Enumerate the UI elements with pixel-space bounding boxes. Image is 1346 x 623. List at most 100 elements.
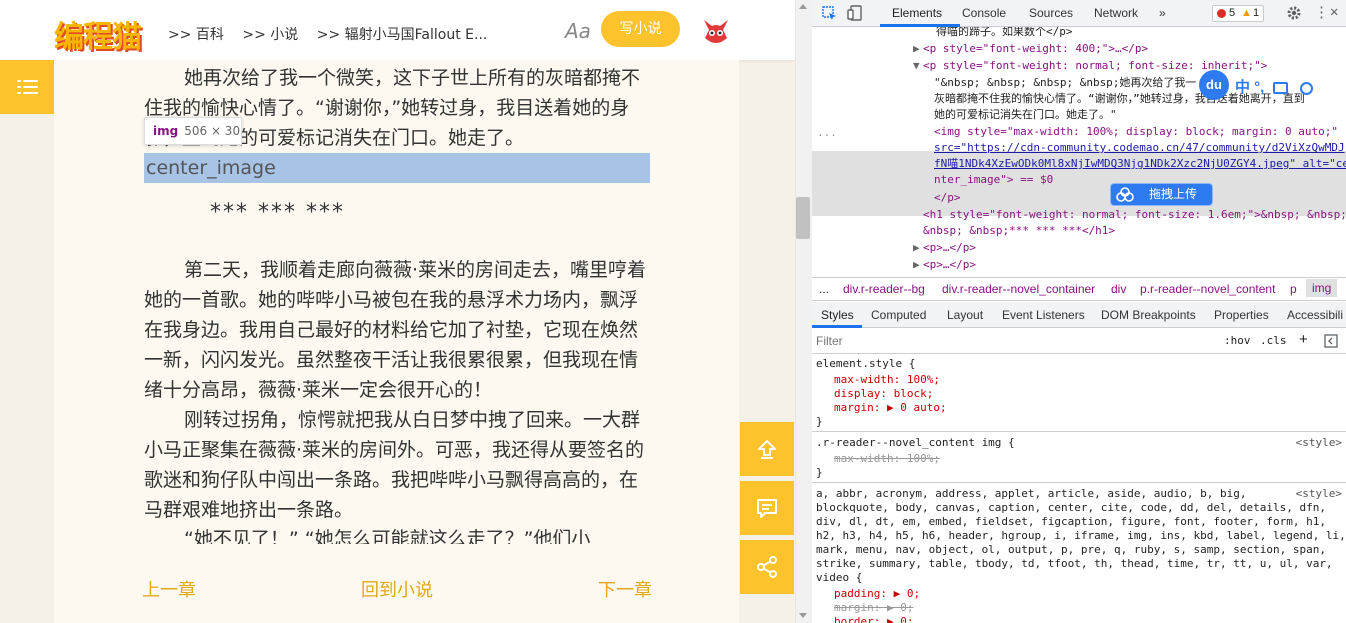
breadcrumb-encyclopedia[interactable]: >> 百科 (168, 27, 224, 43)
prop-padding[interactable]: padding: ▶ 0; (834, 587, 920, 601)
subtab-event-listeners[interactable]: Event Listeners (1002, 308, 1085, 322)
share-button[interactable] (740, 540, 794, 594)
back-to-novel-link[interactable]: 回到小说 (361, 576, 433, 602)
warning-icon: ▲ (1241, 7, 1252, 19)
styles-subtabs: Styles Computed Layout Event Listeners D… (812, 302, 1346, 328)
dom-line-12[interactable]: <h1 style="font-weight: normal; font-siz… (923, 207, 1346, 223)
dom-line-1: 得喵的蹄子。如果数个</p> (936, 27, 1073, 38)
subtab-styles[interactable]: Styles (821, 308, 854, 322)
breadcrumb-novel-content[interactable]: p.r-reader--novel_content (1140, 282, 1275, 296)
toggle-sidebar-icon[interactable] (1324, 334, 1338, 348)
font-size-toggle[interactable]: Aa (565, 19, 591, 43)
subtab-layout[interactable]: Layout (947, 308, 983, 322)
dom-line-14[interactable]: <p>…</p> (923, 240, 976, 256)
tab-elements[interactable]: Elements (892, 6, 942, 20)
breadcrumb-reader-bg[interactable]: div.r-reader--bg (843, 282, 925, 296)
subtab-computed[interactable]: Computed (871, 308, 926, 322)
breadcrumb-novels[interactable]: >> 小说 (242, 27, 298, 43)
inspect-element-icon[interactable] (822, 6, 837, 21)
avatar[interactable] (696, 10, 736, 50)
devtools-tabbar: Elements Console Sources Network » 5 ▲ 1… (812, 0, 1346, 27)
warning-count: 1 (1253, 7, 1260, 19)
prev-chapter-link[interactable]: 上一章 (142, 576, 196, 602)
rule-novel-content-img-selector[interactable]: .r-reader--novel_content img { (816, 436, 1015, 450)
page-scrollbar[interactable] (795, 0, 812, 623)
reset-rule-selector-6: strike, summary, table, tbody, td, tfoot… (816, 557, 1333, 570)
breadcrumb-img[interactable]: img (1306, 279, 1338, 297)
dom-row-dots: ··· (817, 129, 837, 142)
dom-line-2[interactable]: <p style="font-weight: 400;">…</p> (923, 41, 1148, 57)
inspect-tooltip: img 506 × 30 (144, 117, 242, 145)
hov-toggle[interactable]: :hov (1224, 334, 1251, 347)
dom-line-9[interactable]: fN喵1NDk4XzEwODk0Ml8xNjIwMDQ3Njg1NDk2Xzc2… (934, 156, 1346, 172)
close-icon[interactable]: ✕ (1330, 4, 1338, 20)
back-to-top-button[interactable] (740, 422, 794, 476)
expand-arrow-icon[interactable]: ▶ (913, 41, 920, 57)
reset-rule-selector-3: div, dl, dt, em, embed, fieldset, figcap… (816, 515, 1326, 528)
rule-divider (812, 482, 1346, 483)
highlighted-image-placeholder: center_image (144, 153, 650, 183)
comment-button[interactable] (740, 481, 794, 535)
dom-line-10: nter_image"> == $0 (934, 173, 1054, 186)
toolbox-icon[interactable] (1272, 82, 1288, 95)
collapse-arrow-icon[interactable]: ▼ (913, 58, 920, 74)
scroll-up-arrow-icon[interactable] (799, 4, 807, 9)
scrollbar-thumb[interactable] (796, 197, 810, 239)
arrow-up-icon (758, 440, 776, 459)
dom-line-8[interactable]: src="https://cdn-community.codemao.cn/47… (934, 140, 1345, 156)
prop-max-width[interactable]: max-width: 100%; (834, 373, 940, 387)
gear-icon[interactable] (1286, 5, 1302, 21)
baidu-toolbar-text[interactable]: 中 °, (1235, 79, 1269, 96)
tooltip-size: 506 × 30 (184, 124, 241, 138)
breadcrumb-div[interactable]: div (1111, 282, 1126, 296)
breadcrumb-p[interactable]: p (1290, 282, 1297, 296)
active-subtab-indicator (812, 325, 862, 328)
expand-arrow-icon[interactable]: ▶ (913, 257, 920, 273)
top-navbar: 编程猫 >> 百科 >> 小说 >> 辐射小马国Fallout E... Aa … (0, 0, 795, 60)
breadcrumb-current-novel[interactable]: >> 辐射小马国Fallout E... (317, 27, 488, 43)
device-toolbar-icon[interactable] (847, 5, 863, 21)
rule-2-source[interactable]: <style> (1296, 436, 1342, 449)
subtab-accessibility[interactable]: Accessibili (1287, 308, 1343, 322)
reset-rule-selector-1[interactable]: a, abbr, acronym, address, applet, artic… (816, 487, 1246, 501)
paragraph-4: “她不见了！” “她怎么可能就这么走了？”他们小 (184, 528, 591, 544)
rule-3-source[interactable]: <style> (1296, 487, 1342, 500)
baidu-extension-logo[interactable]: du (1199, 70, 1229, 100)
dom-line-4: "&nbsp; &nbsp; &nbsp; &nbsp;她再次给了我一 (934, 76, 1197, 89)
kebab-menu-icon[interactable]: ⋮ (1314, 3, 1329, 21)
styles-filter-input[interactable] (816, 332, 1196, 350)
new-rule-plus-icon[interactable]: + (1299, 331, 1308, 348)
prop-display[interactable]: display: block; (834, 387, 933, 401)
reset-rule-selector-7: video { (816, 571, 863, 584)
breadcrumb-more[interactable]: ... (819, 282, 829, 296)
prop-margin-overridden[interactable]: margin: ▶ 0; (834, 601, 913, 615)
issues-counter[interactable]: 5 ▲ 1 (1212, 5, 1264, 22)
dom-line-7[interactable]: <img style="max-width: 100%; display: bl… (934, 124, 1338, 140)
cls-toggle[interactable]: .cls (1260, 334, 1287, 347)
scroll-down-arrow-icon[interactable] (799, 613, 807, 618)
prop-margin[interactable]: margin: ▶ 0 auto; (834, 401, 947, 415)
more-tabs-button[interactable]: » (1159, 6, 1166, 20)
tab-console[interactable]: Console (962, 6, 1006, 20)
breadcrumb: >> 百科 >> 小说 >> 辐射小马国Fallout E... (168, 24, 501, 44)
reset-rule-selector-5: mark, menu, nav, object, ol, output, p, … (816, 543, 1326, 556)
rule-divider (812, 431, 1346, 432)
user-icon[interactable] (1299, 81, 1313, 95)
next-chapter-link[interactable]: 下一章 (598, 576, 652, 602)
dom-line-15[interactable]: <p>…</p> (923, 257, 976, 273)
baidu-toolbar[interactable]: 中 °, (1235, 76, 1313, 97)
paragraph-2: 第二天，我顺着走廊向薇薇·莱米的房间走去，嘴里哼着她的一首歌。她的哔哔小马被包在… (144, 259, 647, 401)
dom-line-6: 她的可爱标记消失在门口。她走了。" (934, 108, 1117, 121)
subtab-properties[interactable]: Properties (1214, 308, 1269, 322)
subtab-dom-breakpoints[interactable]: DOM Breakpoints (1101, 308, 1196, 322)
chapter-menu-button[interactable] (0, 60, 54, 114)
prop-border[interactable]: border: ▶ 0; (834, 615, 913, 623)
expand-arrow-icon[interactable]: ▶ (913, 240, 920, 256)
prop-max-width-overridden[interactable]: max-width: 100%; (834, 452, 940, 466)
breadcrumb-novel-container[interactable]: div.r-reader--novel_container (942, 282, 1095, 296)
tab-network[interactable]: Network (1094, 6, 1138, 20)
write-novel-button[interactable]: 写小说 (601, 11, 680, 47)
tab-sources[interactable]: Sources (1029, 6, 1073, 20)
site-logo[interactable]: 编程猫 (54, 12, 142, 56)
rule-element-style-selector[interactable]: element.style { (816, 357, 915, 371)
